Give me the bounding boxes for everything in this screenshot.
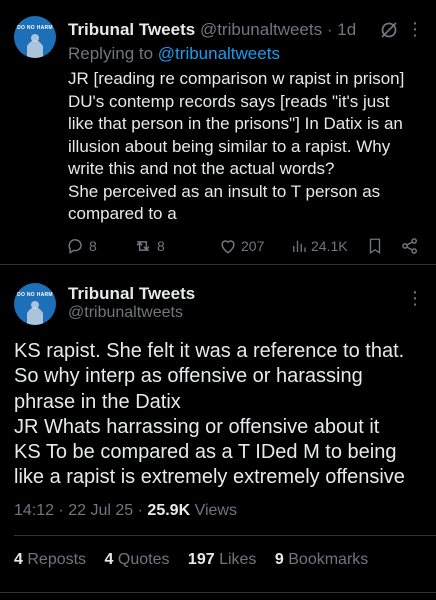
likes-count: 197 (187, 551, 215, 568)
avatar[interactable]: DO NO HARM (14, 283, 56, 325)
views-button[interactable]: 24.1K (290, 236, 348, 256)
more-icon[interactable]: ⋮ (406, 20, 424, 38)
repost-button[interactable]: 8 (132, 236, 165, 256)
author-name[interactable]: Tribunal Tweets (68, 284, 195, 304)
like-button[interactable]: 207 (218, 236, 264, 256)
tweet-text-line: compared to a (68, 204, 177, 223)
bookmarks-count: 9 (274, 551, 284, 568)
more-icon[interactable]: ⋮ (406, 288, 424, 309)
timestamp[interactable]: 14:12 · 22 Jul 25 · (14, 502, 143, 519)
grok-icon[interactable] (379, 20, 399, 40)
views-label: Views (194, 502, 237, 519)
divider (0, 592, 436, 593)
engagement-stats: 4 Reposts 4 Quotes 197 Likes 9 Bookmarks (14, 551, 382, 569)
views-icon (293, 240, 306, 252)
views-count: 25.9K (147, 502, 191, 519)
bookmark-button[interactable] (366, 236, 387, 256)
tweet-text: JR [reading re comparison w rapist in pr… (68, 68, 430, 226)
tweet-text: KS rapist. She felt it was a reference t… (14, 339, 434, 491)
replying-to-handle[interactable]: @tribunaltweets (158, 44, 280, 63)
author-handle[interactable]: @tribunaltweets (200, 20, 322, 39)
bookmarks-stat[interactable]: 9 Bookmarks (275, 551, 368, 568)
like-icon (221, 240, 235, 254)
replying-to-label: Replying to (68, 44, 154, 63)
tweet-text-line: write this and not the actual words? (68, 159, 335, 178)
divider (14, 535, 436, 536)
tweet-header: Tribunal Tweets @tribunaltweets · 1d (68, 20, 356, 40)
tweet-text-line: like a rapist is extremely extremely off… (14, 466, 405, 489)
repost-count: 8 (157, 238, 165, 254)
like-count: 207 (241, 238, 265, 254)
reply-icon (68, 239, 82, 255)
tweet-text-line: So why interp as offensive or harassing (14, 365, 363, 388)
tweet-meta: 14:12 · 22 Jul 25 · 25.9K Views (14, 502, 237, 520)
tweet-text-line: phrase in the Datix (14, 390, 181, 413)
reposts-label: Reposts (27, 551, 87, 568)
tweet-text-line: like that person in the prisons"] In Dat… (68, 114, 403, 133)
reposts-count: 4 (14, 551, 23, 568)
tweet-text-line: She perceived as an insult to T person a… (68, 181, 381, 201)
quotes-stat[interactable]: 4 Quotes (105, 551, 170, 568)
avatar[interactable]: DO NO HARM (14, 16, 56, 58)
time-ago[interactable]: 1d (337, 20, 356, 39)
quotes-label: Quotes (117, 551, 170, 568)
dot-separator: · (326, 20, 333, 39)
share-button[interactable] (400, 236, 423, 256)
tweet-text-line: JR [reading re comparison w rapist in pr… (68, 69, 405, 88)
avatar-figure-icon (27, 34, 43, 58)
tweet-text-line: illusion about being similar to a rapist… (68, 136, 391, 156)
reposts-stat[interactable]: 4 Reposts (14, 551, 86, 568)
author-handle[interactable]: @tribunaltweets (68, 304, 183, 322)
replying-to: Replying to @tribunaltweets (68, 44, 280, 64)
share-icon (402, 238, 417, 254)
tweet-text-line: JR Whats harrassing or offensive about i… (14, 415, 380, 438)
bookmarks-label: Bookmarks (288, 551, 369, 568)
likes-label: Likes (219, 551, 257, 568)
avatar-figure-icon (27, 301, 43, 325)
action-bar: 8 8 207 24.1K (66, 236, 436, 258)
avatar-text: DO NO HARM (17, 25, 53, 31)
repost-icon (136, 241, 150, 251)
tweet-text-line: KS rapist. She felt it was a reference t… (14, 340, 405, 362)
tweet-text-line: KS To be compared as a T IDed M to being (14, 441, 397, 464)
author-name[interactable]: Tribunal Tweets (68, 20, 195, 39)
avatar-text: DO NO HARM (17, 292, 53, 298)
quotes-count: 4 (104, 551, 114, 568)
divider (0, 264, 436, 265)
bookmark-icon (369, 238, 381, 255)
reply-button[interactable]: 8 (66, 236, 97, 256)
tweet-text-line: DU's contemp records says [reads "it's j… (68, 91, 390, 111)
reply-count: 8 (89, 238, 97, 254)
likes-stat[interactable]: 197 Likes (188, 551, 257, 568)
views-count: 24.1K (311, 238, 348, 254)
